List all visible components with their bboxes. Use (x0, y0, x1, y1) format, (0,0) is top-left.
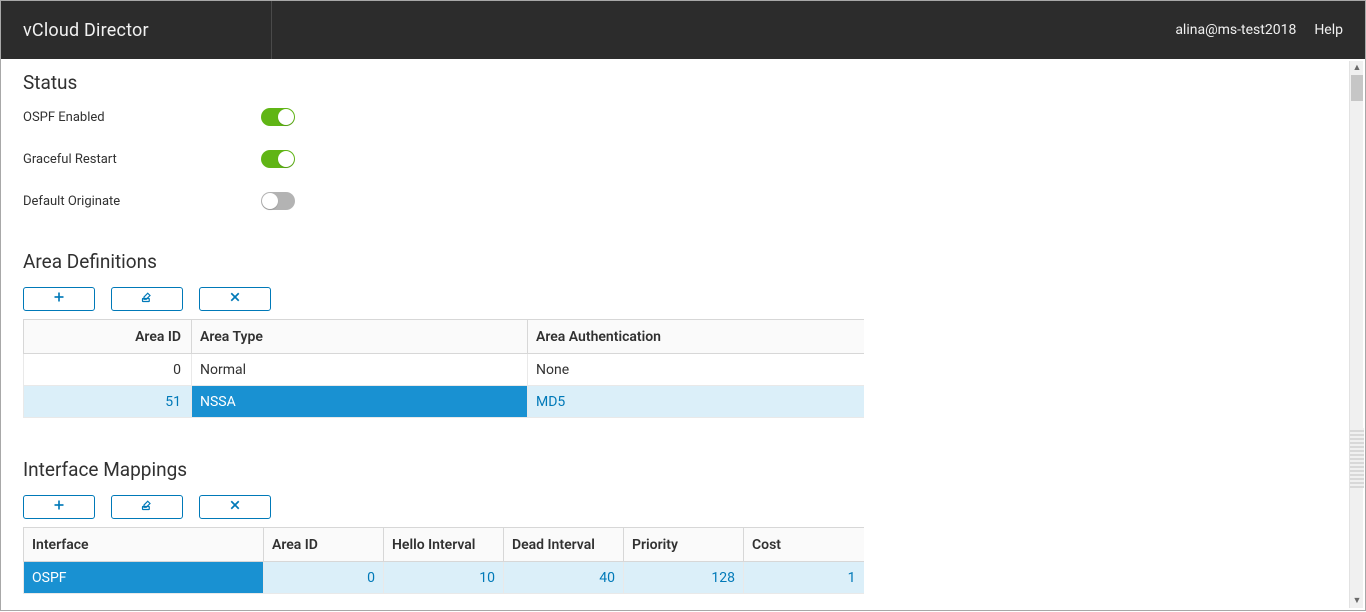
graceful-restart-row: Graceful Restart (23, 150, 1343, 168)
ifmap-edit-button[interactable] (111, 495, 183, 519)
app-title: vCloud Director (23, 20, 149, 41)
ifmap-add-button[interactable] (23, 495, 95, 519)
area-row[interactable]: 51 NSSA MD5 (24, 386, 864, 418)
status-heading: Status (23, 71, 1343, 94)
area-cell-id: 51 (24, 386, 192, 418)
interface-mappings-section: Interface Mappings Interface (23, 458, 1343, 594)
ifmap-cell-area-id: 0 (264, 562, 384, 594)
default-originate-row: Default Originate (23, 192, 1343, 210)
interface-mappings-table: Interface Area ID Hello Interval Dead In… (23, 527, 864, 594)
area-header-row: Area ID Area Type Area Authentication (24, 320, 864, 354)
ifmap-cell-cost: 1 (744, 562, 864, 594)
default-originate-label: Default Originate (23, 194, 261, 209)
ospf-enabled-toggle[interactable] (261, 108, 295, 126)
area-row[interactable]: 0 Normal None (24, 354, 864, 386)
top-navbar: vCloud Director alina@ms-test2018 Help (1, 1, 1365, 59)
delete-icon (229, 291, 241, 307)
ifmap-row[interactable]: OSPF 0 10 40 128 1 (24, 562, 864, 594)
edit-icon (141, 291, 153, 307)
ospf-enabled-row: OSPF Enabled (23, 108, 1343, 126)
ifmap-cell-dead: 40 (504, 562, 624, 594)
vertical-scrollbar[interactable]: ▲ ▼ (1349, 61, 1363, 608)
ifmap-delete-button[interactable] (199, 495, 271, 519)
ospf-enabled-label: OSPF Enabled (23, 110, 261, 125)
default-originate-toggle[interactable] (261, 192, 295, 210)
area-cell-auth: MD5 (528, 386, 864, 418)
area-col-id[interactable]: Area ID (24, 320, 192, 354)
graceful-restart-toggle[interactable] (261, 150, 295, 168)
help-link[interactable]: Help (1314, 22, 1343, 38)
ifmap-col-priority[interactable]: Priority (624, 528, 744, 562)
ifmap-cell-priority: 128 (624, 562, 744, 594)
ifmap-cell-hello: 10 (384, 562, 504, 594)
scroll-down-icon[interactable]: ▼ (1350, 594, 1364, 608)
add-icon (53, 499, 65, 515)
area-cell-id: 0 (24, 354, 192, 386)
scroll-up-icon[interactable]: ▲ (1350, 61, 1364, 75)
area-definitions-heading: Area Definitions (23, 250, 1343, 273)
scroll-hatch (1350, 428, 1364, 488)
add-icon (53, 291, 65, 307)
ifmap-col-dead[interactable]: Dead Interval (504, 528, 624, 562)
area-toolbar (23, 287, 1343, 311)
interface-mappings-heading: Interface Mappings (23, 458, 1343, 481)
ifmap-col-area-id[interactable]: Area ID (264, 528, 384, 562)
area-cell-auth: None (528, 354, 864, 386)
scroll-thumb[interactable] (1351, 75, 1363, 101)
delete-icon (229, 499, 241, 515)
status-section: Status OSPF Enabled Graceful Restart Def… (23, 71, 1343, 210)
area-delete-button[interactable] (199, 287, 271, 311)
area-col-auth[interactable]: Area Authentication (528, 320, 864, 354)
topbar-divider (271, 1, 272, 59)
edit-icon (141, 499, 153, 515)
area-col-type[interactable]: Area Type (192, 320, 528, 354)
area-edit-button[interactable] (111, 287, 183, 311)
area-definitions-table: Area ID Area Type Area Authentication 0 … (23, 319, 864, 418)
area-add-button[interactable] (23, 287, 95, 311)
graceful-restart-label: Graceful Restart (23, 152, 261, 167)
ifmap-col-hello[interactable]: Hello Interval (384, 528, 504, 562)
ifmap-col-cost[interactable]: Cost (744, 528, 864, 562)
ifmap-toolbar (23, 495, 1343, 519)
area-definitions-section: Area Definitions Area ID (23, 250, 1343, 418)
area-cell-type: Normal (192, 354, 528, 386)
ifmap-cell-interface: OSPF (24, 562, 264, 594)
content-area: Status OSPF Enabled Graceful Restart Def… (1, 59, 1365, 612)
ifmap-col-interface[interactable]: Interface (24, 528, 264, 562)
user-menu[interactable]: alina@ms-test2018 (1175, 22, 1296, 38)
ifmap-header-row: Interface Area ID Hello Interval Dead In… (24, 528, 864, 562)
area-cell-type: NSSA (192, 386, 528, 418)
